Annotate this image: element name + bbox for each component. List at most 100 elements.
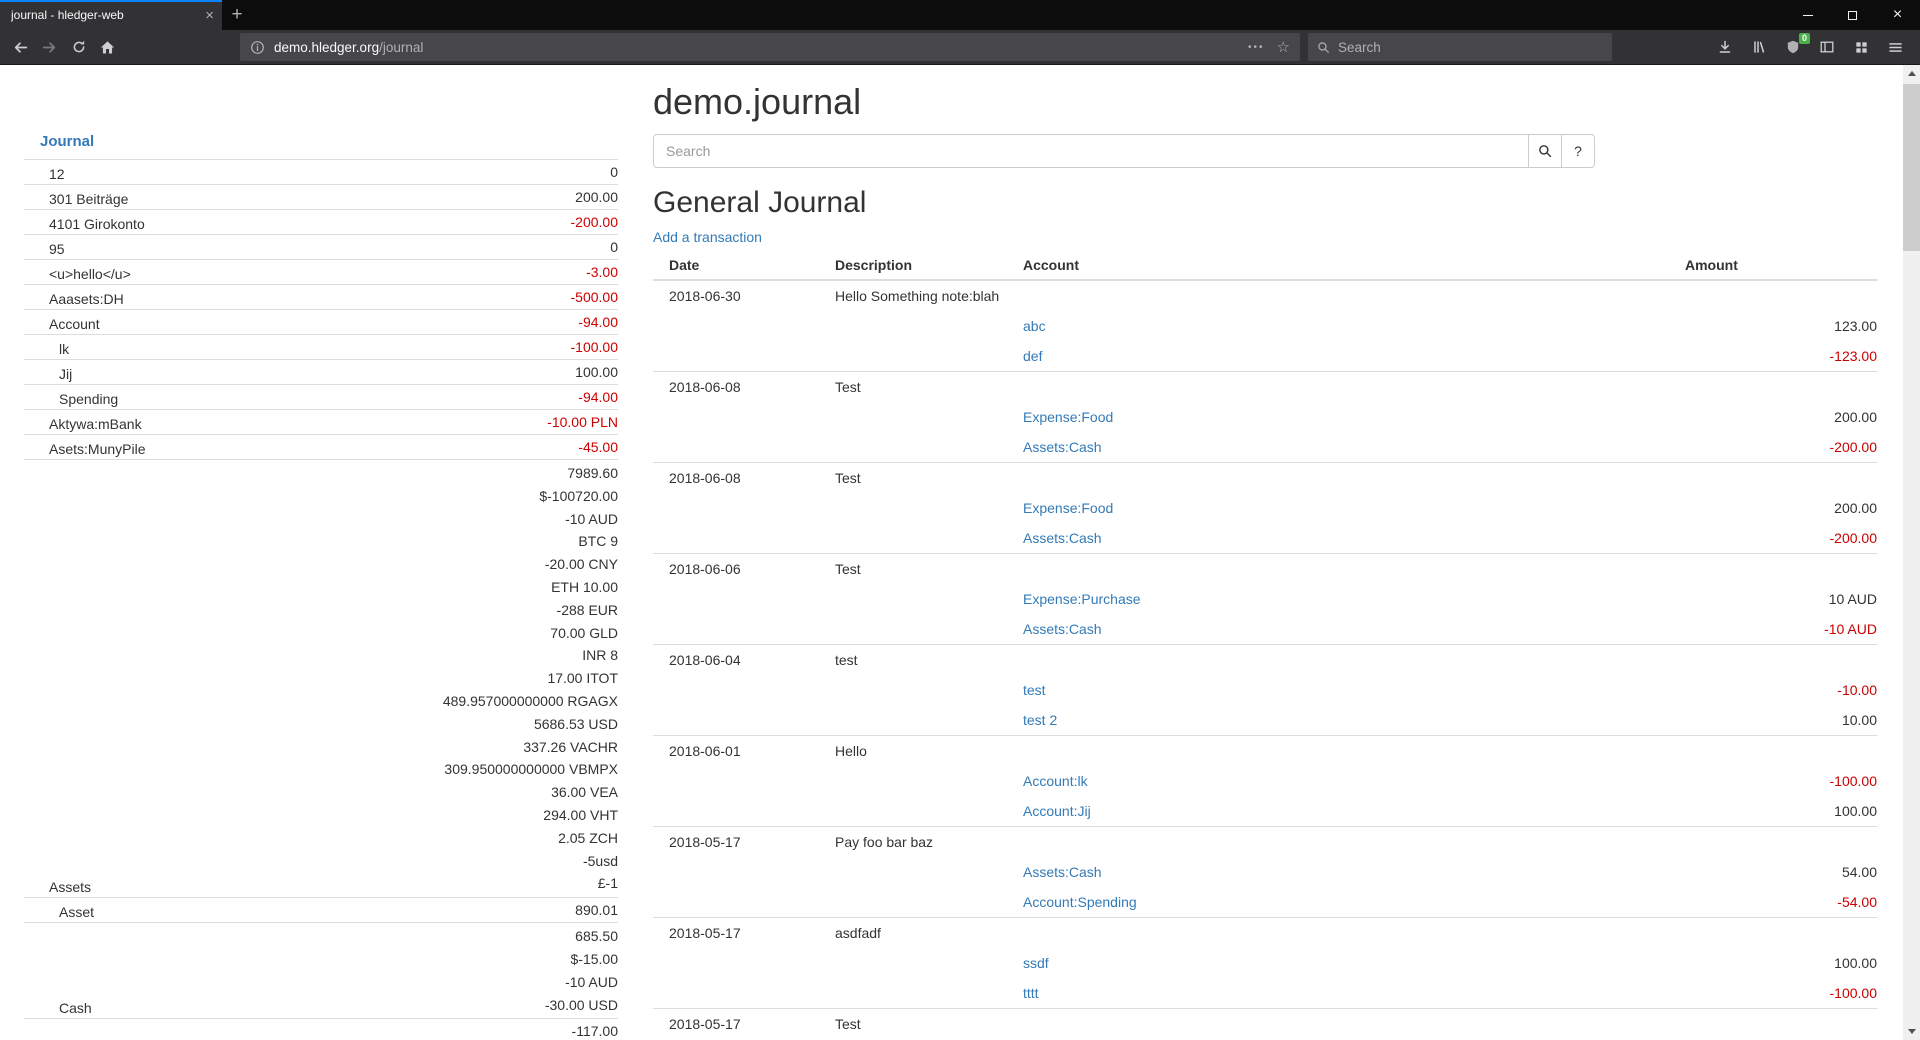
site-info-icon[interactable]	[250, 40, 265, 55]
sidebar-account-link[interactable]: 12	[49, 166, 65, 182]
posting-account-link[interactable]: ssdf	[1023, 955, 1049, 971]
posting-account-link[interactable]: Assets:Cash	[1023, 621, 1102, 637]
sidebar-account-balance: -94.00	[267, 310, 618, 335]
transaction-date: 2018-06-08	[653, 463, 827, 494]
back-button[interactable]	[6, 33, 35, 61]
sidebar-account-link[interactable]: Asset	[59, 904, 94, 920]
transaction-row[interactable]: 2018-06-08Test	[653, 463, 1877, 494]
posting-account-link[interactable]: abc	[1023, 318, 1046, 334]
sidebar-account-link[interactable]: Aktywa:mBank	[49, 416, 142, 432]
journal-search-group: ?	[653, 134, 1596, 168]
sidebar-account-link[interactable]: Jij	[59, 366, 72, 382]
transaction-row[interactable]: 2018-06-04test	[653, 645, 1877, 676]
posting-amount: 200.00	[1677, 493, 1877, 523]
library-button[interactable]	[1749, 37, 1769, 57]
apps-grid-button[interactable]	[1851, 37, 1871, 57]
sidebar-account-link[interactable]: Asets:MunyPile	[49, 441, 145, 457]
posting-account-link[interactable]: test 2	[1023, 712, 1057, 728]
transaction-date: 2018-06-08	[653, 372, 827, 403]
posting-account-link[interactable]: tttt	[1023, 985, 1039, 1001]
downloads-button[interactable]	[1715, 37, 1735, 57]
extension-badge: 0	[1799, 33, 1810, 44]
menu-button[interactable]	[1885, 37, 1905, 57]
transaction-row[interactable]: 2018-05-17asdfadf	[653, 918, 1877, 949]
home-button[interactable]	[93, 33, 122, 61]
posting-row: test 210.00	[653, 705, 1877, 736]
transaction-row[interactable]: 2018-06-30Hello Something note:blah	[653, 280, 1877, 311]
sidebar-account-link[interactable]: Assets	[49, 879, 91, 895]
window-close-button[interactable]: ×	[1875, 0, 1920, 30]
posting-row: tttt-100.00	[653, 978, 1877, 1009]
posting-account-link[interactable]: def	[1023, 348, 1042, 364]
sidebar-account-row: Spending-94.00	[24, 385, 618, 410]
journal-search-input[interactable]	[653, 134, 1529, 168]
sidebar-account-link[interactable]: 301 Beiträge	[49, 191, 128, 207]
page-scrollbar[interactable]	[1903, 65, 1920, 1040]
window-maximize-button[interactable]	[1830, 0, 1875, 30]
transaction-row[interactable]: 2018-05-17Test	[653, 1009, 1877, 1040]
url-bar[interactable]: demo.hledger.org/journal ••• ☆	[240, 33, 1300, 61]
sidebar-account-link[interactable]: <u>hello</u>	[49, 266, 131, 282]
posting-account-link[interactable]: Assets:Cash	[1023, 439, 1102, 455]
browser-chrome: journal - hledger-web × + × demo.hledger…	[0, 0, 1920, 65]
sidebar-account-link[interactable]: Account	[49, 316, 100, 332]
window-minimize-button[interactable]	[1785, 0, 1830, 30]
sidebar-account-link[interactable]: Aaasets:DH	[49, 291, 124, 307]
posting-account-link[interactable]: Account:lk	[1023, 773, 1088, 789]
sidebar-account-link[interactable]: 4101 Girokonto	[49, 216, 145, 232]
scrollbar-thumb[interactable]	[1903, 84, 1920, 251]
search-help-button[interactable]: ?	[1561, 134, 1595, 168]
balance-amount: 17.00 ITOT	[267, 667, 618, 690]
browser-tab[interactable]: journal - hledger-web ×	[0, 0, 222, 30]
posting-row: Expense:Purchase10 AUD	[653, 584, 1877, 614]
posting-account-link[interactable]: test	[1023, 682, 1046, 698]
browser-search-bar[interactable]: Search	[1308, 33, 1612, 61]
posting-account-link[interactable]: Expense:Food	[1023, 409, 1113, 425]
posting-account-link[interactable]: Assets:Cash	[1023, 864, 1102, 880]
transaction-description: asdfadf	[827, 918, 1015, 949]
balance-amount: 70.00 GLD	[267, 622, 618, 645]
posting-account-link[interactable]: Account:Jij	[1023, 803, 1091, 819]
posting-row: Expense:Food200.00	[653, 402, 1877, 432]
balance-amount: 337.26 VACHR	[267, 736, 618, 759]
sidebar-account-link[interactable]: 95	[49, 241, 65, 257]
posting-row: ssdf100.00	[653, 948, 1877, 978]
transaction-description: Test	[827, 554, 1015, 585]
sidebar-account-link[interactable]: lk	[59, 341, 69, 357]
forward-button[interactable]	[35, 33, 64, 61]
balance-amount: 309.950000000000 VBMPX	[267, 758, 618, 781]
posting-account-link[interactable]: Assets:Cash	[1023, 530, 1102, 546]
new-tab-button[interactable]: +	[222, 0, 252, 30]
scrollbar-down-button[interactable]	[1903, 1023, 1920, 1040]
tab-close-icon[interactable]: ×	[205, 8, 214, 23]
sidebar-account-row: Cash685.50$-15.00-10 AUD-30.00 USD	[24, 923, 618, 1019]
extension-button[interactable]: 0	[1783, 37, 1803, 57]
transaction-row[interactable]: 2018-06-06Test	[653, 554, 1877, 585]
sidebar-toggle-button[interactable]	[1817, 37, 1837, 57]
page-actions-icon[interactable]: •••	[1248, 42, 1265, 53]
sidebar-account-link[interactable]: Spending	[59, 391, 118, 407]
sidebar-journal-link[interactable]: Journal	[40, 133, 94, 150]
transaction-row[interactable]: 2018-06-01Hello	[653, 736, 1877, 767]
transaction-row[interactable]: 2018-05-17Pay foo bar baz	[653, 827, 1877, 858]
scrollbar-up-button[interactable]	[1903, 65, 1920, 82]
posting-account-link[interactable]: Account:Spending	[1023, 894, 1137, 910]
sidebar-account-balance: 890.01	[267, 898, 618, 923]
bookmark-star-icon[interactable]: ☆	[1277, 40, 1290, 55]
sidebar-account-row: 4101 Girokonto-200.00	[24, 210, 618, 235]
posting-account-link[interactable]: Expense:Purchase	[1023, 591, 1141, 607]
sidebar-account-link[interactable]: Cash	[59, 1000, 92, 1016]
transaction-date: 2018-05-17	[653, 918, 827, 949]
column-header-date: Date	[653, 251, 827, 280]
balance-amount: -10 AUD	[267, 971, 618, 994]
download-icon	[1717, 39, 1733, 55]
reload-button[interactable]	[64, 33, 93, 61]
posting-amount: -200.00	[1677, 523, 1877, 554]
posting-account-link[interactable]: Expense:Food	[1023, 500, 1113, 516]
journal-search-button[interactable]	[1528, 134, 1562, 168]
posting-amount: -123.00	[1677, 341, 1877, 372]
transaction-description: Pay foo bar baz	[827, 827, 1015, 858]
add-transaction-link[interactable]: Add a transaction	[653, 227, 762, 247]
transaction-row[interactable]: 2018-06-08Test	[653, 372, 1877, 403]
forward-icon	[41, 39, 58, 56]
